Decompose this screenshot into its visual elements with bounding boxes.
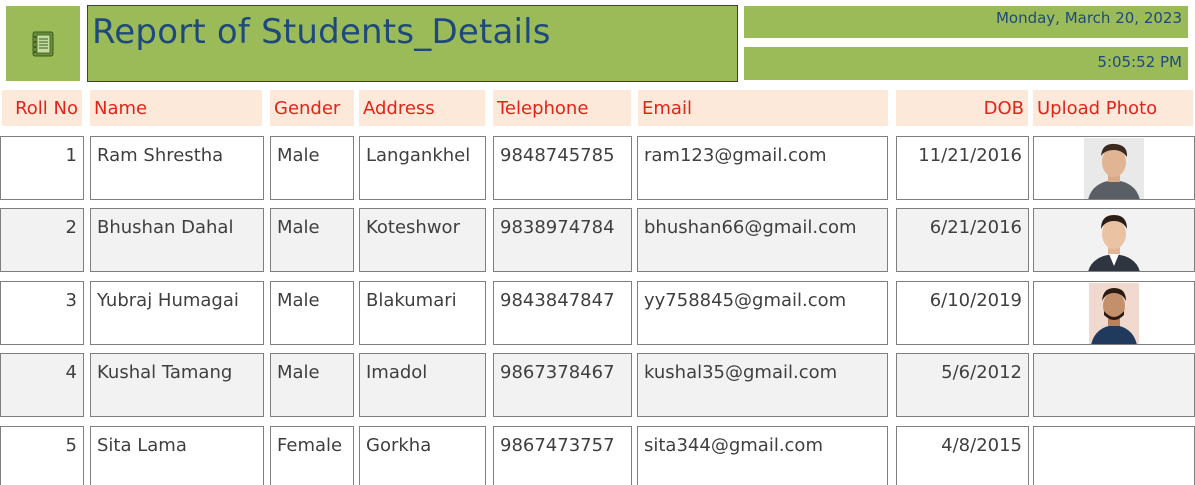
cell-dob: 6/10/2019 <box>896 281 1029 345</box>
cell-telephone: 9838974784 <box>493 208 632 272</box>
cell-name: Ram Shrestha <box>90 136 264 200</box>
cell-dob: 5/6/2012 <box>896 353 1029 417</box>
cell-telephone: 9867473757 <box>493 426 632 485</box>
table-row: 4 Kushal Tamang Male Imadol 9867378467 k… <box>0 353 1195 417</box>
report-icon <box>32 31 54 56</box>
column-header-upload-photo: Upload Photo <box>1033 90 1193 126</box>
column-header-gender: Gender <box>270 90 354 126</box>
cell-address: Imadol <box>359 353 486 417</box>
cell-roll-no: 3 <box>0 281 84 345</box>
cell-dob: 11/21/2016 <box>896 136 1029 200</box>
cell-gender: Male <box>270 353 354 417</box>
cell-gender: Male <box>270 208 354 272</box>
cell-photo <box>1033 208 1195 272</box>
table-row: 1 Ram Shrestha Male Langankhel 984874578… <box>0 136 1195 200</box>
student-photo <box>1084 138 1144 199</box>
report-date: Monday, March 20, 2023 <box>744 6 1188 38</box>
student-photo <box>1084 210 1144 271</box>
cell-roll-no: 2 <box>0 208 84 272</box>
column-header-roll-no: Roll No <box>2 90 82 126</box>
table-row: 5 Sita Lama Female Gorkha 9867473757 sit… <box>0 426 1195 485</box>
report-title: Report of Students_Details <box>92 12 551 52</box>
cell-address: Koteshwor <box>359 208 486 272</box>
cell-name: Sita Lama <box>90 426 264 485</box>
cell-gender: Male <box>270 136 354 200</box>
table-row: 3 Yubraj Humagai Male Blakumari 98438478… <box>0 281 1195 345</box>
cell-roll-no: 4 <box>0 353 84 417</box>
column-header-telephone: Telephone <box>493 90 631 126</box>
student-photo <box>1089 283 1139 344</box>
cell-email: yy758845@gmail.com <box>637 281 888 345</box>
cell-address: Langankhel <box>359 136 486 200</box>
report-icon-box <box>6 6 80 81</box>
cell-photo <box>1033 281 1195 345</box>
cell-roll-no: 5 <box>0 426 84 485</box>
cell-photo <box>1033 136 1195 200</box>
cell-name: Bhushan Dahal <box>90 208 264 272</box>
cell-roll-no: 1 <box>0 136 84 200</box>
cell-telephone: 9867378467 <box>493 353 632 417</box>
cell-address: Gorkha <box>359 426 486 485</box>
column-header-address: Address <box>359 90 485 126</box>
cell-name: Yubraj Humagai <box>90 281 264 345</box>
report-time: 5:05:52 PM <box>744 47 1188 80</box>
cell-telephone: 9843847847 <box>493 281 632 345</box>
cell-photo <box>1033 353 1195 417</box>
column-header-dob: DOB <box>896 90 1028 126</box>
table-row: 2 Bhushan Dahal Male Koteshwor 983897478… <box>0 208 1195 272</box>
cell-telephone: 9848745785 <box>493 136 632 200</box>
cell-name: Kushal Tamang <box>90 353 264 417</box>
column-header-name: Name <box>90 90 262 126</box>
cell-photo <box>1033 426 1195 485</box>
column-header-email: Email <box>638 90 888 126</box>
cell-email: bhushan66@gmail.com <box>637 208 888 272</box>
cell-gender: Female <box>270 426 354 485</box>
cell-dob: 6/21/2016 <box>896 208 1029 272</box>
cell-email: kushal35@gmail.com <box>637 353 888 417</box>
cell-address: Blakumari <box>359 281 486 345</box>
report-title-box: Report of Students_Details <box>87 5 738 82</box>
cell-dob: 4/8/2015 <box>896 426 1029 485</box>
cell-email: ram123@gmail.com <box>637 136 888 200</box>
cell-gender: Male <box>270 281 354 345</box>
cell-email: sita344@gmail.com <box>637 426 888 485</box>
